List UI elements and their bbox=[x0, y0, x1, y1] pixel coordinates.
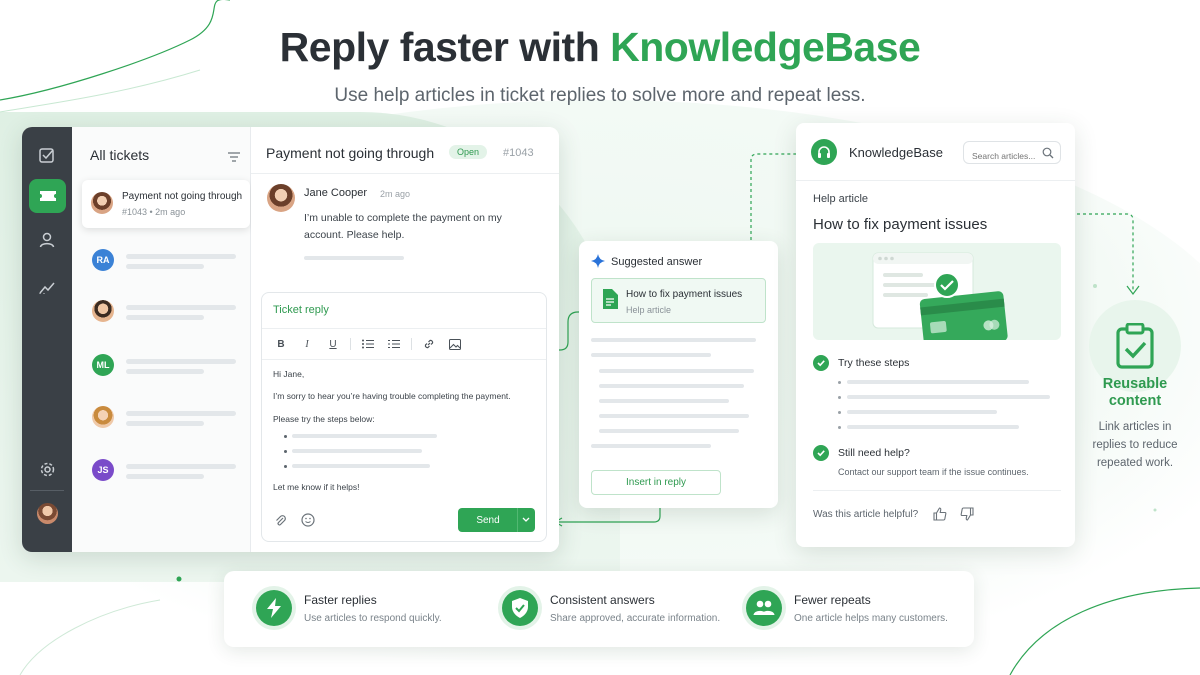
document-icon bbox=[602, 289, 618, 314]
suggested-article-type: Help article bbox=[626, 305, 672, 315]
image-icon[interactable] bbox=[446, 336, 464, 352]
thumbs-down-icon[interactable] bbox=[960, 507, 974, 526]
users-icon bbox=[746, 590, 782, 626]
reply-line: I’m sorry to hear you’re having trouble … bbox=[273, 391, 511, 401]
ticket-item[interactable]: RA bbox=[92, 249, 242, 275]
article-title: How to fix payment issues bbox=[813, 216, 988, 233]
helpdesk-app-window: All tickets Payment not going through #1… bbox=[22, 127, 559, 552]
ticket-icon[interactable] bbox=[29, 179, 66, 213]
ticket-list: All tickets Payment not going through #1… bbox=[72, 127, 251, 552]
gear-icon[interactable] bbox=[31, 453, 63, 485]
suggested-article[interactable]: How to fix payment issues Help article bbox=[591, 278, 766, 323]
step-heading: Still need help? bbox=[838, 447, 910, 459]
ticket-item[interactable]: JS bbox=[92, 459, 242, 485]
formatting-toolbar: B I U bbox=[272, 336, 472, 352]
feature-description: Use articles to respond quickly. bbox=[304, 613, 442, 624]
knowledgebase-header: KnowledgeBase bbox=[796, 123, 1075, 181]
knowledgebase-panel: KnowledgeBase Help article How to fix pa… bbox=[796, 123, 1075, 547]
feature-title: Consistent answers bbox=[550, 593, 655, 607]
ticket-item[interactable]: ML bbox=[92, 354, 242, 380]
hero-header: Reply faster with KnowledgeBase Use help… bbox=[0, 24, 1200, 107]
nav-rail bbox=[22, 127, 72, 552]
italic-button[interactable]: I bbox=[298, 336, 316, 352]
thumbs-up-icon[interactable] bbox=[933, 507, 947, 526]
suggested-answer-title: Suggested answer bbox=[611, 256, 703, 268]
reply-closing: Let me know if it helps! bbox=[273, 482, 360, 492]
tasks-icon[interactable] bbox=[31, 139, 63, 171]
ticket-number: #1043 bbox=[503, 147, 534, 159]
ticket-meta: #1043 • 2m ago bbox=[122, 207, 186, 217]
conversation-header: Payment not going through Open #1043 bbox=[251, 127, 559, 174]
attach-icon[interactable] bbox=[275, 514, 286, 532]
reply-editor[interactable]: Ticket reply B I U Hi Jane, I’m sorry to… bbox=[261, 292, 547, 542]
bold-button[interactable]: B bbox=[272, 336, 290, 352]
search-icon[interactable] bbox=[1042, 146, 1054, 164]
feature-title: Faster replies bbox=[304, 593, 377, 607]
page-subtitle: Use help articles in ticket replies to s… bbox=[334, 85, 866, 106]
step-heading: Try these steps bbox=[838, 357, 910, 369]
check-icon bbox=[813, 355, 829, 371]
avatar[interactable] bbox=[37, 503, 58, 524]
send-label: Send bbox=[476, 515, 500, 526]
ticket-item[interactable] bbox=[92, 300, 242, 326]
emoji-icon[interactable] bbox=[301, 513, 315, 532]
user-icon[interactable] bbox=[31, 224, 63, 256]
send-button[interactable]: Send bbox=[458, 508, 535, 532]
avatar: JS bbox=[92, 459, 114, 481]
chevron-down-icon[interactable] bbox=[521, 513, 531, 528]
insert-in-reply-button[interactable]: Insert in reply bbox=[591, 470, 721, 495]
sparkle-icon bbox=[591, 254, 605, 273]
avatar bbox=[267, 184, 295, 212]
filter-icon[interactable] bbox=[228, 149, 240, 167]
status-badge: Open bbox=[449, 145, 488, 159]
support-note: Contact our support team if the issue co… bbox=[838, 467, 1029, 477]
features-bar: Faster replies Use articles to respond q… bbox=[224, 571, 974, 647]
reply-greeting: Hi Jane, bbox=[273, 369, 305, 379]
ticket-list-title: All tickets bbox=[90, 147, 150, 163]
reply-label: Ticket reply bbox=[273, 304, 329, 316]
message-time: 2m ago bbox=[380, 189, 411, 199]
lightning-icon bbox=[256, 590, 292, 626]
feature-title: Fewer repeats bbox=[794, 593, 871, 607]
ticket-item-selected[interactable]: Payment not going through #1043 • 2m ago bbox=[82, 180, 250, 228]
feedback-question: Was this article helpful? bbox=[813, 509, 919, 520]
feature-description: One article helps many customers. bbox=[794, 613, 948, 624]
article-label: Help article bbox=[813, 193, 869, 205]
rail-divider bbox=[30, 490, 64, 491]
avatar: RA bbox=[92, 249, 114, 271]
ticket-subject: Payment not going through bbox=[122, 191, 243, 202]
reply-line: Please try the steps below: bbox=[273, 414, 375, 424]
avatar bbox=[92, 300, 114, 322]
knowledgebase-name: KnowledgeBase bbox=[849, 145, 943, 160]
conversation-title: Payment not going through bbox=[266, 145, 435, 161]
ticket-item[interactable] bbox=[92, 406, 242, 432]
message-author: Jane Cooper bbox=[304, 187, 367, 199]
conversation-pane: Payment not going through Open #1043 Jan… bbox=[251, 127, 559, 552]
reusable-content-title: Reusable content bbox=[1102, 376, 1168, 409]
payment-illustration bbox=[813, 243, 1061, 340]
message-text: I’m unable to complete the payment on my… bbox=[304, 212, 502, 241]
numbered-list-icon[interactable] bbox=[385, 336, 403, 352]
feature-description: Share approved, accurate information. bbox=[550, 613, 721, 624]
check-icon bbox=[813, 445, 829, 461]
analytics-icon[interactable] bbox=[31, 271, 63, 303]
shield-check-icon bbox=[502, 590, 538, 626]
page-title: Reply faster with KnowledgeBase bbox=[279, 24, 921, 70]
avatar bbox=[91, 192, 113, 214]
avatar: ML bbox=[92, 354, 114, 376]
brand-name: KnowledgeBase bbox=[610, 24, 921, 70]
headset-icon bbox=[811, 139, 837, 165]
suggested-answer-card: Suggested answer How to fix payment issu… bbox=[579, 241, 778, 508]
placeholder-line bbox=[304, 256, 404, 260]
link-icon[interactable] bbox=[420, 336, 438, 352]
bullet-list-icon[interactable] bbox=[359, 336, 377, 352]
reusable-content-text: Link articles in replies to reduce repea… bbox=[1092, 421, 1178, 469]
suggested-article-title: How to fix payment issues bbox=[626, 289, 743, 300]
underline-button[interactable]: U bbox=[324, 336, 342, 352]
avatar bbox=[92, 406, 114, 428]
